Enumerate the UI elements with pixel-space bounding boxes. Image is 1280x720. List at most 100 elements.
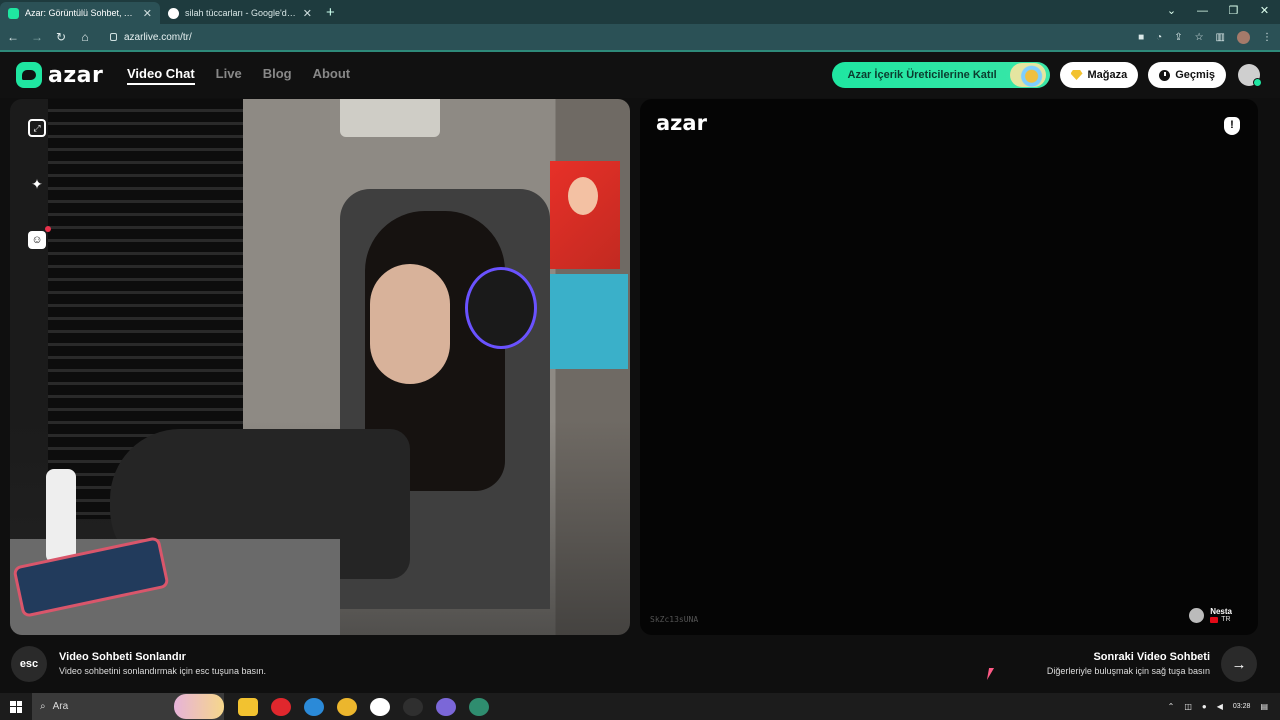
logo-text: azar [48,62,104,88]
app-icon[interactable] [403,697,423,716]
back-arrow-icon[interactable]: ← [2,30,24,44]
taskbar-search[interactable]: ⌕ Ara [32,693,224,720]
sticker-face-icon[interactable]: ☺ [28,226,51,249]
end-chat-title: Video Sohbeti Sonlandır [59,651,186,663]
creator-program-button[interactable]: Azar İçerik Üreticilerine Katıl [831,62,1050,88]
url-field[interactable]: azarlive.com/tr/ [110,32,192,43]
history-button[interactable]: Geçmiş [1148,62,1226,88]
nav-about[interactable]: About [313,66,351,85]
gem-icon [1070,70,1083,80]
site-header: azar Video Chat Live Blog About Azar İçe… [0,52,1280,98]
discord-icon[interactable] [436,697,456,716]
home-icon[interactable]: ⌂ [74,30,96,44]
obs-icon[interactable] [370,697,390,716]
azar-logo-icon [16,62,42,88]
creator-button-label: Azar İçerik Üreticilerine Katıl [847,69,997,81]
browser-menu-icon[interactable]: ⋮ [1262,32,1272,43]
next-chat-arrow-icon[interactable]: → [1221,646,1257,682]
bottle [46,469,76,563]
session-id: SkZc13sUNA [650,615,699,624]
browser-extensions: ■ ◔ ⇪ ☆ ▥ ⋮ [1138,24,1272,50]
address-bar: ← → ↻ ⌂ azarlive.com/tr/ ■ ◔ ⇪ ☆ ▥ ⋮ [0,24,1280,50]
nav-live[interactable]: Live [216,66,242,85]
notification-icon[interactable]: ▤ [1260,702,1268,711]
sparkle-effects-icon[interactable]: ✦ [28,175,46,193]
tab-search-icon[interactable]: ⌄ [1156,0,1187,24]
sidepanel-icon[interactable]: ▥ [1216,32,1225,43]
search-placeholder: Ara [52,701,69,712]
headphones [465,267,537,349]
air-conditioner [340,99,440,137]
opera-icon[interactable] [271,697,291,716]
clock-icon [1159,69,1171,81]
local-video: ⤢ ✦ ☺ [10,99,630,635]
cast-icon[interactable]: ◔ [1156,32,1162,43]
history-label: Geçmiş [1175,69,1215,81]
tab-title: Azar: Görüntülü Sohbet, Arkadaş Edinin [25,8,137,18]
azar-logo[interactable]: azar [16,62,103,88]
clock-time[interactable]: 03:28 [1233,702,1251,712]
peer-info[interactable]: Nesta TR [1189,607,1232,623]
peer-country-code: TR [1221,616,1231,623]
shop-label: Mağaza [1087,69,1128,81]
end-chat-subtitle: Video sohbetini sonlandırmak için esc tu… [59,666,266,676]
peer-avatar-icon [1189,607,1205,623]
search-highlight-decoration [174,694,224,719]
azar-favicon-icon [8,7,19,19]
user-profile-icon[interactable] [1238,64,1262,87]
nav-video-chat[interactable]: Video Chat [127,66,195,85]
tray-chevron-icon[interactable]: ⌃ [1168,702,1175,711]
wall-poster [550,274,628,369]
chrome-active-icon[interactable] [469,697,489,716]
video-tools: ⤢ ✦ ☺ [28,119,51,249]
edge-icon[interactable] [304,697,324,716]
remote-azar-logo: azar [656,111,707,135]
browser-profile-avatar[interactable] [1237,30,1250,44]
wall-poster [550,161,620,269]
next-chat-info: Sonraki Video Sohbeti Diğerleriyle buluş… [1047,651,1210,676]
lock-icon[interactable] [110,33,117,41]
system-tray: ⌃ ◫ ● ◀ 03:28 ▤ [1168,693,1268,720]
file-explorer-icon[interactable] [238,697,258,716]
taskbar: ⌕ Ara ⌃ ◫ ● ◀ 03:28 ▤ [0,693,1280,720]
report-shield-icon[interactable]: ! [1224,117,1240,135]
turkey-flag-icon [1210,616,1219,623]
forward-arrow-icon[interactable]: → [26,30,48,44]
new-tab-button[interactable]: + [326,4,335,21]
next-chat-subtitle: Diğerleriyle buluşmak için sağ tuşa bası… [1046,666,1210,676]
person-face [370,264,450,384]
minimize-button[interactable]: — [1187,0,1218,24]
browser-tabstrip: Azar: Görüntülü Sohbet, Arkadaş Edinin ✕… [0,0,1280,24]
microphone-icon[interactable]: ● [1202,702,1207,711]
network-icon[interactable]: ◫ [1184,702,1192,711]
url-text: azarlive.com/tr/ [124,31,192,43]
nav-blog[interactable]: Blog [263,66,292,85]
tab-azar[interactable]: Azar: Görüntülü Sohbet, Arkadaş Edinin ✕ [0,2,160,24]
bookmark-star-icon[interactable]: ☆ [1195,32,1204,43]
maximize-button[interactable]: ❐ [1218,0,1249,24]
peer-name: Nesta [1210,607,1232,616]
close-window-button[interactable]: ✕ [1249,0,1280,24]
next-chat-title: Sonraki Video Sohbeti [1093,651,1210,663]
camera-icon[interactable]: ■ [1138,32,1144,43]
mouse-cursor-icon [986,668,995,680]
close-tab-icon[interactable]: ✕ [303,7,312,20]
expand-icon[interactable]: ⤢ [28,119,46,137]
chrome-icon[interactable] [337,697,357,716]
volume-icon[interactable]: ◀ [1217,702,1223,711]
window-controls: ⌄ — ❐ ✕ [1156,0,1280,24]
windows-logo-icon [10,700,22,713]
search-icon: ⌕ [40,701,46,712]
peer-country: TR [1210,616,1232,623]
remote-video: azar ! SkZc13sUNA Nesta TR [640,99,1258,635]
close-tab-icon[interactable]: ✕ [143,7,152,20]
share-icon[interactable]: ⇪ [1174,32,1182,43]
start-button[interactable] [0,693,32,720]
end-chat-button[interactable]: esc [11,646,47,682]
reload-icon[interactable]: ↻ [50,30,72,44]
pinned-apps [238,697,489,716]
tab-google-search[interactable]: silah tüccarları - Google'da Ara ✕ [160,2,320,24]
shop-button[interactable]: Mağaza [1059,62,1139,88]
creator-decoration-icon [1009,63,1046,87]
header-actions: Azar İçerik Üreticilerine Katıl Mağaza G… [831,62,1262,88]
